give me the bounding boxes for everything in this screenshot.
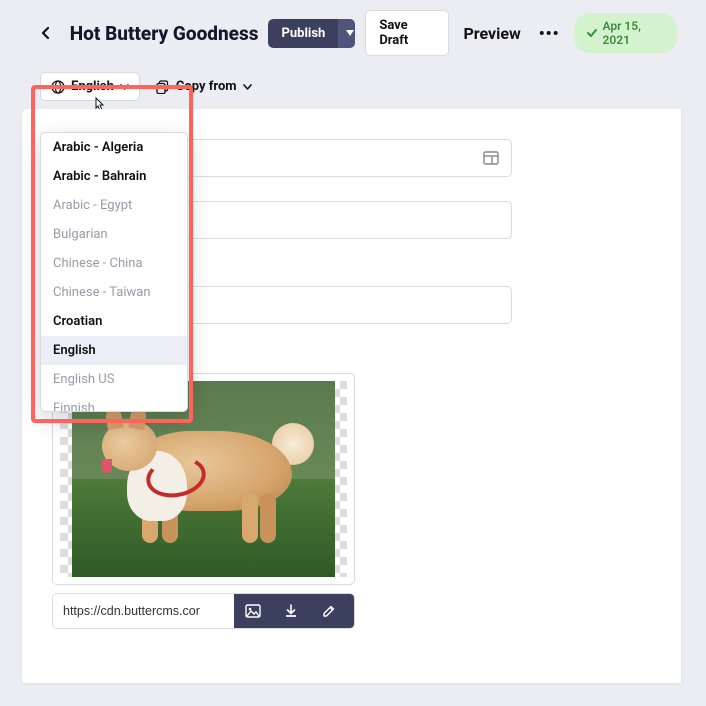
card-icon	[483, 151, 499, 165]
language-option[interactable]: Finnish	[41, 394, 187, 411]
page-title: Hot Buttery Goodness	[70, 22, 259, 45]
language-label: English	[71, 79, 114, 94]
caret-down-icon	[120, 84, 129, 90]
toolbar-strip: English Copy from	[2, 64, 681, 109]
image-url-bar	[52, 593, 355, 629]
check-icon	[586, 27, 598, 39]
language-dropdown-scroll[interactable]: Arabic - Algeria Arabic - Bahrain Arabic…	[41, 133, 187, 411]
date-pill: Apr 15, 2021	[574, 13, 677, 53]
language-selector[interactable]: English	[40, 72, 140, 101]
download-icon	[284, 604, 298, 618]
image-edit-button[interactable]	[310, 594, 348, 628]
language-option[interactable]: Arabic - Algeria	[41, 133, 187, 162]
date-label: Apr 15, 2021	[603, 19, 665, 47]
caret-down-icon	[346, 30, 354, 36]
image-url-input[interactable]	[53, 594, 234, 628]
save-draft-button[interactable]: Save Draft	[365, 10, 449, 56]
image-replace-button[interactable]	[234, 594, 272, 628]
publish-button[interactable]: Publish	[268, 19, 338, 48]
editor-header: Hot Buttery Goodness Publish Save Draft …	[2, 2, 681, 64]
image-icon	[245, 604, 261, 618]
language-option[interactable]: Chinese - Taiwan	[41, 278, 187, 307]
preview-button[interactable]: Preview	[459, 17, 524, 50]
language-option[interactable]: English US	[41, 365, 187, 394]
back-button[interactable]	[32, 18, 60, 48]
caret-down-icon	[243, 84, 252, 90]
language-option-selected[interactable]: English	[41, 336, 187, 365]
language-option[interactable]: Bulgarian	[41, 220, 187, 249]
language-option[interactable]: Croatian	[41, 307, 187, 336]
copy-from-label: Copy from	[176, 79, 237, 94]
publish-caret-button[interactable]	[338, 19, 355, 48]
language-dropdown: Arabic - Algeria Arabic - Bahrain Arabic…	[40, 132, 188, 412]
language-option[interactable]: Arabic - Egypt	[41, 191, 187, 220]
language-option[interactable]: Arabic - Bahrain	[41, 162, 187, 191]
image-download-button[interactable]	[272, 594, 310, 628]
image-remove-button[interactable]	[348, 594, 355, 628]
language-option[interactable]: Chinese - China	[41, 249, 187, 278]
globe-icon	[51, 80, 65, 94]
edit-icon	[322, 604, 336, 618]
image-url-actions	[234, 594, 355, 628]
copy-icon	[156, 80, 170, 94]
more-menu-button[interactable]: •••	[535, 17, 564, 50]
publish-button-group: Publish	[268, 19, 355, 48]
chevron-left-icon	[41, 26, 51, 40]
copy-from-button[interactable]: Copy from	[156, 79, 252, 94]
